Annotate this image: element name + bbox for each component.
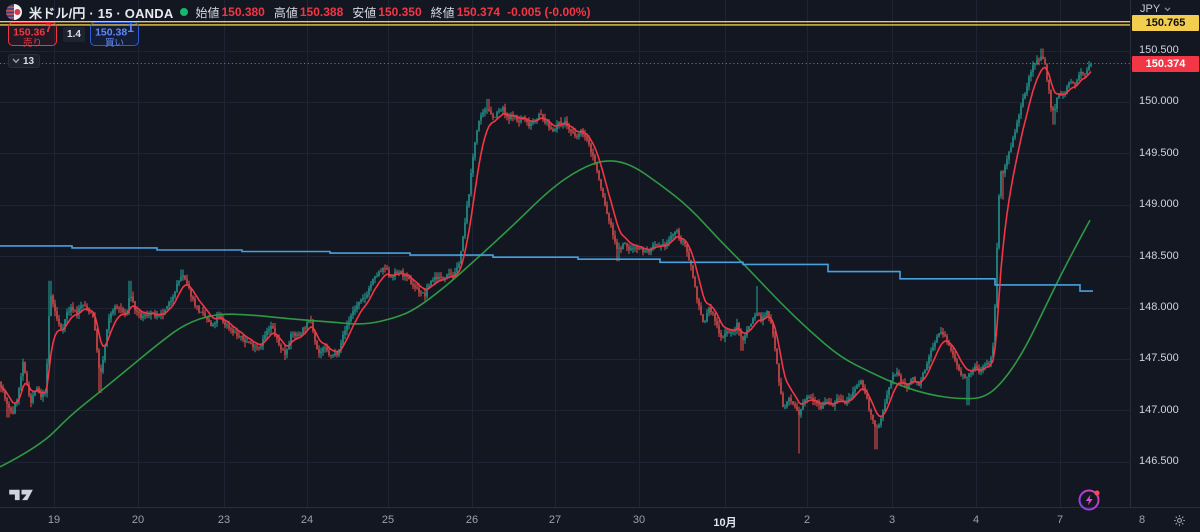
time-tick-label: 10月 — [713, 517, 737, 529]
price-tick-label: 148.000 — [1139, 301, 1179, 314]
sell-label: 売り — [22, 37, 42, 49]
ohlc-pair: 高値 150.388 — [273, 5, 344, 20]
trade-panel: 150.367 売り 1.4 150.381 買い — [8, 20, 139, 49]
sell-button[interactable]: 150.367 売り — [8, 20, 57, 49]
price-tick-label: 149.500 — [1139, 146, 1179, 159]
price-tick-label: 150.000 — [1139, 95, 1179, 108]
price-tick-label: 146.500 — [1139, 455, 1179, 468]
sell-price: 150.367 — [13, 20, 52, 39]
ohlc-pair: 安値 150.350 — [352, 5, 422, 20]
trading-chart-window: 米ドル/円 · 15 · OANDA 始値 150.380 高値 150.388 安値 1… — [0, 0, 1200, 532]
symbol-flag-icon — [6, 4, 22, 20]
currency-unit-button[interactable]: JPY — [1140, 3, 1171, 15]
chevron-down-icon — [1164, 6, 1171, 11]
candlestick-chart-canvas[interactable] — [0, 0, 1130, 507]
price-tick-label: 149.000 — [1139, 198, 1179, 211]
time-tick-label: 24 — [300, 514, 314, 526]
hidden-indicator-count: 13 — [23, 55, 35, 67]
time-tick-label: 25 — [381, 514, 395, 526]
ohlc-pair: 始値 150.380 — [195, 5, 265, 20]
axis-settings-gear-icon[interactable] — [1164, 511, 1194, 529]
market-open-dot — [180, 8, 189, 16]
time-tick-label: 26 — [465, 514, 479, 526]
price-change: -0.005 (-0.00%) — [507, 5, 591, 19]
time-axis[interactable]: 19 20 23 24 25 26 27 30 10月 2 3 4 7 8 — [0, 507, 1200, 532]
price-axis[interactable]: JPY 150.500 150.000 149.500 149.000 148.500 1… — [1130, 0, 1200, 507]
price-tick-label: 147.500 — [1139, 352, 1179, 365]
time-tick-label: 4 — [972, 514, 980, 526]
time-tick-label: 23 — [217, 514, 231, 526]
symbol-title[interactable]: 米ドル/円 · 15 · OANDA — [29, 3, 173, 22]
time-tick-label: 20 — [131, 514, 145, 526]
time-tick-label: 19 — [47, 514, 61, 526]
currency-unit-label: JPY — [1140, 3, 1161, 15]
order-price-tag: 150.765 — [1132, 15, 1199, 32]
ohlc-pair: 終値 150.374 — [430, 5, 501, 20]
buy-price: 150.381 — [95, 20, 134, 39]
price-tick-label: 148.500 — [1139, 249, 1179, 262]
time-tick-label: 3 — [888, 514, 896, 526]
time-tick-label: 8 — [1138, 514, 1146, 526]
indicators-collapse-chip[interactable]: 13 — [8, 54, 41, 68]
chart-legend: 米ドル/円 · 15 · OANDA 始値 150.380 高値 150.388 安値 1… — [6, 3, 590, 21]
time-tick-label: 30 — [632, 514, 646, 526]
buy-button[interactable]: 150.381 買い — [90, 20, 139, 49]
price-tick-label: 147.000 — [1139, 403, 1179, 416]
chevron-down-icon — [12, 58, 20, 64]
time-tick-label: 27 — [548, 514, 562, 526]
tradingview-logo[interactable] — [8, 486, 35, 508]
ohlc-values: 始値 150.380 高値 150.388 安値 150.350 終値 150.374 — [195, 4, 500, 21]
buy-label: 買い — [104, 37, 124, 49]
price-tick-label: 150.500 — [1139, 44, 1179, 57]
lightning-icon — [1078, 489, 1100, 511]
last-price-tag: 150.374 — [1132, 55, 1199, 72]
spread-value: 1.4 — [63, 26, 85, 42]
market-buzz-button[interactable] — [1076, 486, 1103, 513]
time-tick-label: 2 — [803, 514, 811, 526]
time-tick-label: 7 — [1056, 514, 1064, 526]
